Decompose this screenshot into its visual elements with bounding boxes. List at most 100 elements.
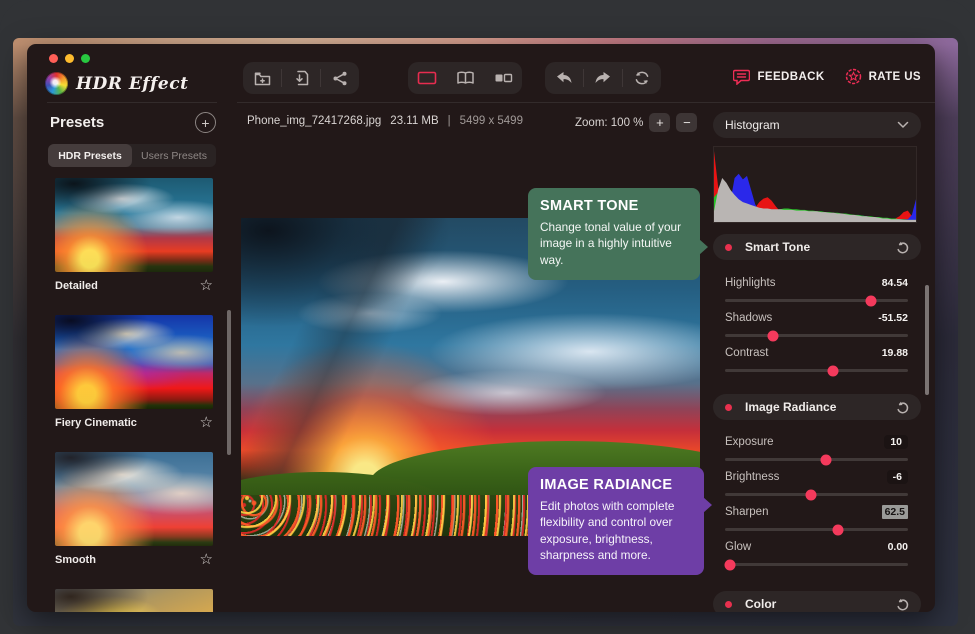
split-view-icon [456,71,475,85]
reset-all-button[interactable] [623,62,661,94]
slider-thumb[interactable] [820,454,831,465]
file-info-separator: | [448,115,451,127]
slider-thumb[interactable] [866,295,877,306]
slider-label: Exposure [725,436,774,448]
open-folder-button[interactable] [243,62,281,94]
zoom-out-button[interactable]: − [676,113,697,132]
minimize-window-button[interactable] [65,54,74,63]
app-logo: HDR Effect [45,72,188,95]
slider-label: Brightness [725,471,779,483]
favorite-star-icon[interactable]: ☆ [200,278,213,293]
preset-name: Smooth [55,554,96,566]
smart-tone-tooltip: SMART TONE Change tonal value of your im… [528,188,700,280]
share-button[interactable] [321,62,359,94]
refresh-icon [634,70,650,86]
slider-thumb[interactable] [827,365,838,376]
slider-thumb[interactable] [725,559,736,570]
preset-meta: Fiery Cinematic☆ [55,415,213,430]
preset-thumbnail[interactable] [55,589,213,612]
presets-tabs: HDR PresetsUsers Presets [48,144,216,167]
slider-value[interactable]: 84.54 [882,277,908,289]
view-modes-group [408,62,522,94]
redo-button[interactable] [584,62,622,94]
slider-track[interactable] [725,493,908,496]
file-info: Phone_img_72417268.jpg 23.11 MB | 5499 x… [247,115,523,127]
section-dot-icon [725,404,732,411]
export-image-button[interactable] [282,62,320,94]
section-header-color[interactable]: Color [713,591,921,612]
section-header-image-radiance[interactable]: Image Radiance [713,394,921,420]
histogram-title: Histogram [725,118,897,132]
tab-users-presets[interactable]: Users Presets [132,144,216,167]
tab-hdr-presets[interactable]: HDR Presets [48,144,132,167]
undo-icon [555,71,573,85]
side-by-side-icon [494,72,513,84]
section-title: Color [745,597,896,611]
section-title: Smart Tone [745,240,896,254]
redo-icon [594,71,612,85]
preset-name: Detailed [55,280,98,292]
preset-thumbnail[interactable] [55,315,213,409]
preset-meta: Smooth ☆ [55,552,213,567]
histogram-header[interactable]: Histogram [713,112,921,138]
panel-scrollbar[interactable] [925,285,929,395]
single-view-icon [417,71,437,85]
reset-section-icon[interactable] [896,598,909,611]
slider-thumb[interactable] [833,524,844,535]
single-view-button[interactable] [408,62,446,94]
preset-thumbnail[interactable] [55,452,213,546]
app-logo-icon [45,72,68,95]
preset-card[interactable]: Smooth ☆ [55,452,213,567]
zoom-level-label: Zoom: 100 % [575,117,643,129]
side-by-side-view-button[interactable] [484,62,522,94]
tooltip-title: SMART TONE [540,198,688,214]
export-icon [294,70,309,86]
slider-value[interactable]: -51.52 [878,312,908,324]
add-preset-button[interactable]: + [195,112,216,133]
slider-label: Contrast [725,347,768,359]
slider-thumb[interactable] [806,489,817,500]
slider-value[interactable]: 19.88 [882,347,908,359]
preset-thumbnail[interactable] [55,178,213,272]
slider-track[interactable] [725,369,908,372]
undo-button[interactable] [545,62,583,94]
slider-label: Shadows [725,312,772,324]
slider-thumb[interactable] [767,330,778,341]
zoom-in-button[interactable]: + [649,113,670,132]
divider [47,102,217,103]
preset-card[interactable]: Detailed ☆ [55,178,213,293]
reset-section-icon[interactable] [896,241,909,254]
adjustments-panel: Histogram Smart Tone Highlights 84.54 Shad… [713,44,921,612]
folder-plus-icon [254,71,271,86]
reset-section-icon[interactable] [896,401,909,414]
history-group [545,62,661,94]
tooltip-body: Edit photos with complete flexibility an… [540,498,692,563]
slider-track[interactable] [725,458,908,461]
slider-track[interactable] [725,563,908,566]
favorite-star-icon[interactable]: ☆ [200,552,213,567]
presets-scrollbar[interactable] [227,310,231,455]
slider-value[interactable]: 0.00 [888,541,908,553]
chevron-down-icon [897,121,909,129]
section-title: Image Radiance [745,400,896,414]
slider-label: Highlights [725,277,776,289]
app-window: HDR Effect [27,44,935,612]
slider-value[interactable]: -6 [887,470,908,484]
tooltip-title: IMAGE RADIANCE [540,477,692,493]
split-view-button[interactable] [446,62,484,94]
file-actions-group [243,62,359,94]
close-window-button[interactable] [49,54,58,63]
preset-card[interactable] [55,589,213,612]
slider-value[interactable]: 62.5 [882,505,908,519]
zoom-window-button[interactable] [81,54,90,63]
slider-value[interactable]: 10 [884,435,908,449]
slider-track[interactable] [725,528,908,531]
section-header-smart-tone[interactable]: Smart Tone [713,234,921,260]
app-title: HDR Effect [76,74,188,94]
preset-card[interactable]: Fiery Cinematic☆ [55,315,213,430]
section-dot-icon [725,601,732,608]
slider-track[interactable] [725,299,908,302]
slider-track[interactable] [725,334,908,337]
preset-list: Detailed☆Fiery Cinematic☆Smooth☆ [55,178,213,612]
favorite-star-icon[interactable]: ☆ [200,415,213,430]
